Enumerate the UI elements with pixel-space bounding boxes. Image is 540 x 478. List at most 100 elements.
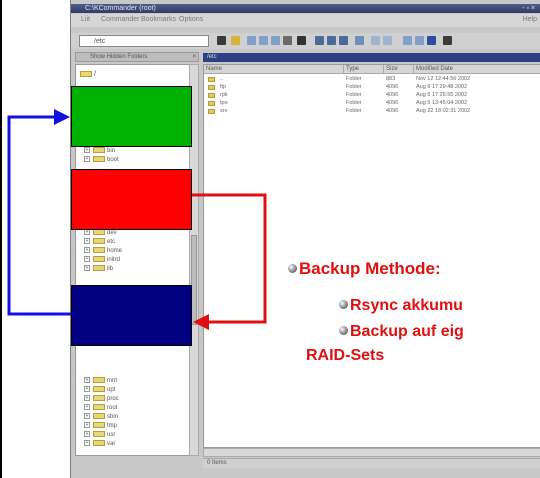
expand-icon[interactable]: + bbox=[84, 256, 90, 263]
column-header-modified[interactable]: Modified Date bbox=[414, 65, 540, 74]
home-icon[interactable] bbox=[355, 36, 364, 45]
file-row[interactable]: srv Folder 4096 Aug 22 18:02:31 2002 bbox=[204, 108, 540, 115]
folder-up-icon[interactable] bbox=[231, 36, 240, 45]
tree-item-label: mnt bbox=[107, 378, 118, 384]
folder-icon bbox=[93, 386, 105, 393]
expand-icon[interactable]: + bbox=[84, 440, 90, 447]
back-icon[interactable] bbox=[315, 36, 324, 45]
file-type: Folder bbox=[346, 108, 362, 114]
tree-item-proc[interactable]: + proc bbox=[84, 395, 119, 403]
tree-item-home[interactable]: + home bbox=[84, 247, 122, 255]
tree-item-opt[interactable]: + opt bbox=[84, 386, 115, 394]
folder-icon bbox=[80, 71, 92, 78]
tree-item-etc[interactable]: + etc bbox=[84, 238, 115, 246]
menu-item-list[interactable]: Liit bbox=[81, 16, 90, 23]
search-icon[interactable] bbox=[371, 36, 380, 45]
reload-icon[interactable] bbox=[339, 36, 348, 45]
file-list[interactable]: Name Type Size Modified Date .. Folder 8… bbox=[203, 64, 540, 448]
tree-item-var[interactable]: + var bbox=[84, 440, 115, 448]
tree-item-sbin[interactable]: + sbin bbox=[84, 413, 118, 421]
folder-icon bbox=[93, 147, 105, 154]
folder-icon bbox=[93, 156, 105, 163]
tree-item-usr[interactable]: + usr bbox=[84, 431, 115, 439]
copy-icon[interactable] bbox=[247, 36, 256, 45]
column-header-name[interactable]: Name bbox=[204, 65, 344, 74]
forward-icon[interactable] bbox=[327, 36, 336, 45]
terminal-icon[interactable] bbox=[383, 36, 392, 45]
file-type: Folder bbox=[346, 92, 362, 98]
menu-item-options[interactable]: Options bbox=[179, 16, 203, 23]
folder-icon bbox=[93, 265, 105, 272]
menu-item-bookmarks[interactable]: Bookmarks bbox=[141, 16, 176, 23]
file-name: .. bbox=[220, 76, 224, 82]
folder-icon bbox=[93, 229, 105, 236]
view-list-icon[interactable] bbox=[403, 36, 412, 45]
blue-arrow bbox=[7, 115, 71, 316]
close-icon[interactable]: × bbox=[192, 53, 196, 61]
expand-icon[interactable]: + bbox=[84, 238, 90, 245]
expand-icon[interactable]: + bbox=[84, 265, 90, 272]
window-controls[interactable]: - ▫ × bbox=[522, 4, 535, 13]
tree-item-root[interactable]: + root bbox=[84, 404, 117, 412]
folder-icon bbox=[208, 109, 215, 114]
file-date: Aug 6 17:26:55 2002 bbox=[416, 92, 468, 98]
tree-item-mnt[interactable]: + mnt bbox=[84, 377, 117, 385]
column-header-type[interactable]: Type bbox=[344, 65, 384, 74]
navy-disk-box bbox=[71, 285, 192, 346]
file-row[interactable]: .. Folder 883 Nov 12 12:44:56 2002 bbox=[204, 76, 540, 83]
tree-item-boot[interactable]: + boot bbox=[84, 156, 119, 164]
file-name: ftp bbox=[220, 84, 227, 90]
tree-root-label: / bbox=[94, 71, 96, 78]
tree-item-lib[interactable]: + lib bbox=[84, 265, 113, 273]
tree-item-label: initrd bbox=[107, 257, 121, 263]
status-text: 0 Items bbox=[207, 460, 227, 466]
expand-icon[interactable]: + bbox=[84, 377, 90, 384]
folder-icon bbox=[208, 101, 215, 106]
expand-icon[interactable]: + bbox=[84, 422, 90, 429]
tree-item-bin[interactable]: + bin bbox=[84, 147, 115, 155]
tree-item-tmp[interactable]: + tmp bbox=[84, 422, 117, 430]
expand-icon[interactable]: + bbox=[84, 404, 90, 411]
file-row[interactable]: ftp Folder 4096 Aug 6 17:29:48 2002 bbox=[204, 84, 540, 91]
view-icons-icon[interactable] bbox=[427, 36, 436, 45]
tree-root[interactable]: / bbox=[80, 71, 96, 78]
title-bar[interactable]: C:\KCommander (root) - ▫ × bbox=[71, 4, 540, 13]
paste-icon[interactable] bbox=[271, 36, 280, 45]
dropdown-icon[interactable] bbox=[217, 36, 226, 45]
folder-icon bbox=[208, 93, 215, 98]
tree-header-button[interactable]: Show Hidden Folders × bbox=[75, 52, 199, 62]
expand-icon[interactable]: + bbox=[84, 156, 90, 163]
expand-icon[interactable]: + bbox=[84, 413, 90, 420]
file-type: Folder bbox=[346, 76, 362, 82]
tree-item-label: etc bbox=[107, 239, 116, 245]
tree-item-label: var bbox=[107, 441, 116, 447]
column-header-size[interactable]: Size bbox=[384, 65, 414, 74]
expand-icon[interactable]: + bbox=[84, 147, 90, 154]
expand-icon[interactable]: + bbox=[84, 431, 90, 438]
file-list-hscrollbar[interactable] bbox=[203, 448, 540, 457]
split-view-icon[interactable] bbox=[443, 36, 452, 45]
menu-item-commander[interactable]: Commander bbox=[101, 16, 140, 23]
expand-icon[interactable]: + bbox=[84, 247, 90, 254]
menu-item-help[interactable]: Help bbox=[523, 16, 537, 23]
blue-arrow-head bbox=[54, 109, 70, 125]
move-icon[interactable] bbox=[259, 36, 268, 45]
expand-icon[interactable]: + bbox=[84, 386, 90, 393]
view-detail-icon[interactable] bbox=[415, 36, 424, 45]
tree-item-initrd[interactable]: + initrd bbox=[84, 256, 120, 264]
tree-item-dev[interactable]: + dev bbox=[84, 229, 117, 237]
menu-bar: Liit Commander Bookmarks Options Help bbox=[71, 14, 540, 27]
file-date: Nov 12 12:44:56 2002 bbox=[416, 76, 471, 82]
expand-icon[interactable]: + bbox=[84, 395, 90, 402]
path-input[interactable] bbox=[79, 35, 209, 47]
tree-item-label: tmp bbox=[107, 423, 118, 429]
expand-icon[interactable]: + bbox=[84, 229, 90, 236]
file-row[interactable]: rpk Folder 4096 Aug 6 17:26:55 2002 bbox=[204, 92, 540, 99]
file-size: 4096 bbox=[386, 108, 399, 114]
file-row[interactable]: tpo Folder 4096 Aug 5 13:45:04 2002 bbox=[204, 100, 540, 107]
slide-frame-line bbox=[0, 0, 2, 478]
delete-icon[interactable] bbox=[283, 36, 292, 45]
file-manager-window: C:\KCommander (root) - ▫ × Liit Commande… bbox=[70, 0, 540, 478]
tree-item-label: opt bbox=[107, 387, 116, 393]
rename-icon[interactable] bbox=[297, 36, 306, 45]
